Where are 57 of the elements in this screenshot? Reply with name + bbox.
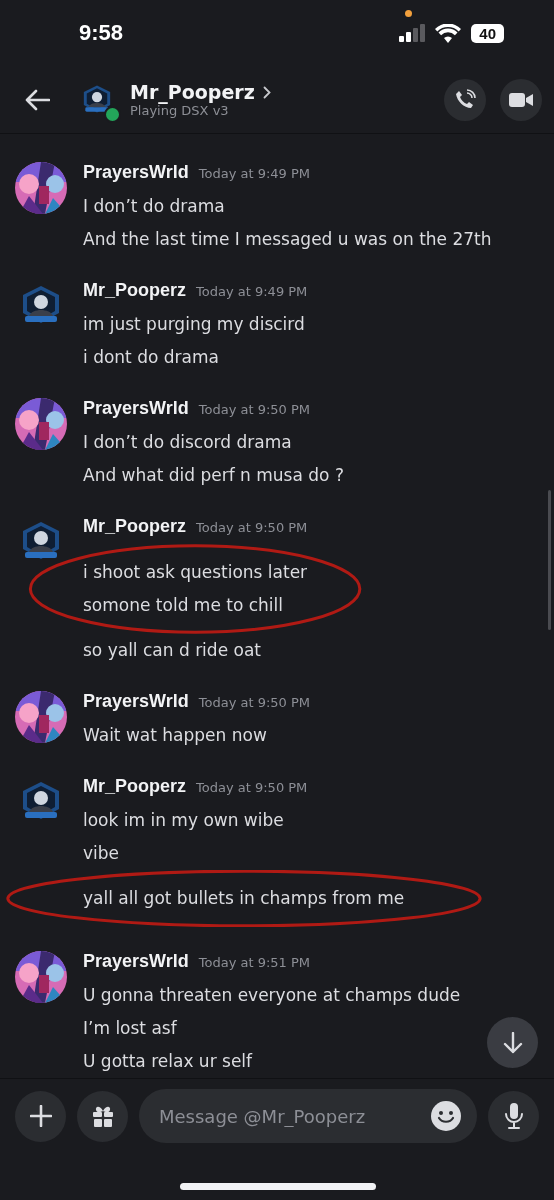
message-text: And the last time I messaged u was on the 27th [83,227,492,251]
avatar [15,690,67,743]
video-call-button[interactable] [500,78,542,121]
timestamp: Today at 9:50 PM [196,779,308,795]
arrow-down-icon [502,1031,523,1054]
message-text: U gotta relax ur self [83,1049,254,1073]
author-name[interactable]: PrayersWrld [83,690,189,712]
activity-status: Playing DSX v3 [130,103,229,118]
message-text: I don’t do drama [83,194,226,218]
timestamp: Today at 9:51 PM [198,954,311,970]
message-text: I’m lost asf [83,1016,178,1040]
avatar [15,161,67,214]
message-text: U gonna threaten everyone at champs dude [83,983,461,1007]
emoji-icon[interactable] [431,1101,461,1132]
gift-icon [90,1104,115,1129]
message-text: i dont do drama [83,345,220,369]
contact-name[interactable]: Mr_Pooperz [130,81,255,103]
message-text: Wait wat happen now [83,723,268,747]
message-input[interactable]: Message @Mr_Pooperz [157,1104,431,1128]
gift-button[interactable] [77,1090,128,1142]
jump-to-bottom-button[interactable] [487,1017,538,1068]
message-text: look im in my own wibe [83,808,285,832]
timestamp: Today at 9:50 PM [198,401,311,417]
plus-icon [29,1105,52,1128]
avatar [15,950,67,1003]
chevron-right-icon [262,85,271,99]
phone-icon [454,88,476,111]
add-button[interactable] [15,1090,66,1142]
message-text: yall all got bullets in champs from me [83,886,405,910]
author-name[interactable]: PrayersWrld [83,397,189,419]
battery-indicator: 40 [471,23,504,43]
clock-time: 9:58 [79,20,124,47]
author-name[interactable]: Mr_Pooperz [83,775,187,797]
author-name[interactable]: PrayersWrld [83,950,189,972]
microphone-button[interactable] [488,1090,539,1142]
timestamp: Today at 9:50 PM [196,519,308,535]
message-text: im just purging my discird [83,312,306,336]
voice-call-button[interactable] [444,78,486,121]
author-name[interactable]: PrayersWrld [83,161,189,183]
message-text: somone told me to chill [83,593,285,617]
wifi-icon [435,23,462,43]
avatar [15,397,67,450]
timestamp: Today at 9:49 PM [196,283,308,299]
message-text: And what did perf n musa do ? [83,463,344,487]
message-text: I don’t do discord drama [83,430,293,454]
message-field[interactable]: Message @Mr_Pooperz [139,1089,477,1144]
video-camera-icon [509,90,533,109]
message-text: i shoot ask questions later [83,560,308,584]
microphone-icon [504,1103,523,1130]
author-name[interactable]: Mr_Pooperz [83,515,187,537]
back-arrow-icon[interactable] [24,88,50,111]
timestamp: Today at 9:50 PM [198,694,311,710]
author-name[interactable]: Mr_Pooperz [83,279,187,301]
signal-icon [399,24,426,43]
message-text: vibe [83,841,121,865]
timestamp: Today at 9:49 PM [198,165,311,181]
message-text: so yall can d ride oat [83,638,262,662]
